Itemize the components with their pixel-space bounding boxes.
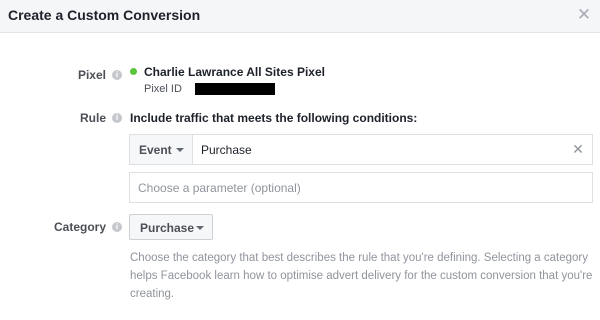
pixel-id-label: Pixel ID [144, 83, 182, 95]
rule-description: Include traffic that meets the following… [130, 111, 418, 125]
help-text-line: creating. [130, 288, 175, 300]
close-icon[interactable]: ✕ [576, 6, 592, 24]
condition-type-label: Event [139, 143, 172, 157]
clear-icon[interactable]: ✕ [571, 141, 585, 157]
condition-type-dropdown[interactable]: Event [130, 135, 193, 164]
parameter-input[interactable] [129, 172, 593, 203]
info-icon[interactable]: i [112, 222, 122, 232]
rule-condition: Event Purchase ✕ [129, 134, 593, 165]
pixel-name: Charlie Lawrance All Sites Pixel [144, 65, 325, 79]
caret-down-icon [196, 226, 204, 230]
dialog-header: Create a Custom Conversion ✕ [0, 0, 600, 33]
dialog-title: Create a Custom Conversion [8, 7, 201, 23]
help-text-line: Choose the category that best describes … [130, 252, 589, 264]
rule-label: Rule [79, 111, 106, 125]
info-icon[interactable]: i [112, 113, 122, 123]
condition-value[interactable]: Purchase [201, 143, 252, 157]
help-text-line: helps Facebook learn how to optimise adv… [130, 270, 593, 282]
redacted-pixel-id [195, 83, 275, 95]
info-icon[interactable]: i [112, 70, 122, 80]
category-help-text: Choose the category that best describes … [130, 249, 595, 303]
custom-conversion-dialog: Create a Custom Conversion ✕ Pixel i Cha… [0, 0, 600, 320]
category-dropdown[interactable]: Purchase [129, 214, 213, 240]
category-label: Category [53, 220, 106, 234]
category-selected-label: Purchase [140, 221, 195, 235]
pixel-status-icon [130, 68, 137, 75]
caret-down-icon [176, 148, 184, 152]
pixel-label: Pixel [77, 68, 106, 82]
